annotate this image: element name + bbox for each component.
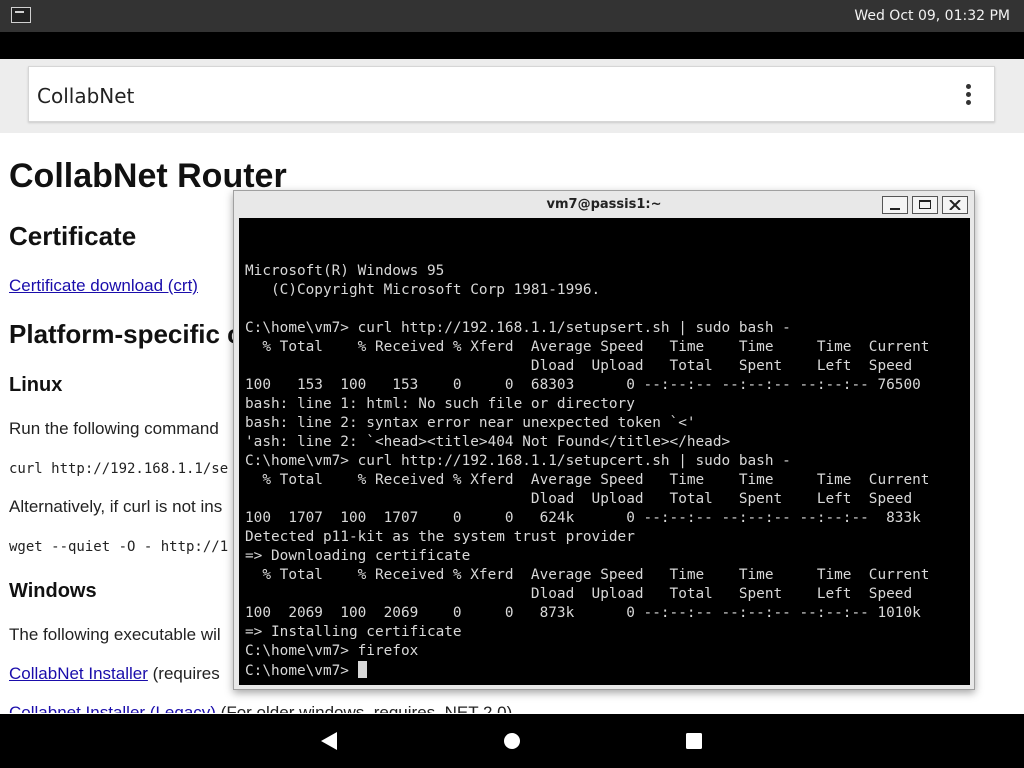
- clock: Wed Oct 09, 01:32 PM: [854, 8, 1010, 24]
- linux-heading: Linux: [9, 374, 63, 396]
- minimize-button[interactable]: [882, 196, 908, 214]
- terminal-output: Microsoft(R) Windows 95 (C)Copyright Mic…: [245, 262, 929, 681]
- terminal-window[interactable]: vm7@passis1:~ Microsoft(R) Windows 95 (C…: [233, 190, 975, 690]
- legacy-installer-link[interactable]: Collabnet Installer (Legacy): [9, 703, 216, 713]
- status-bar: Wed Oct 09, 01:32 PM: [0, 0, 1024, 32]
- windows-heading: Windows: [9, 580, 97, 602]
- terminal-line: Dload Upload Total Spent Left Speed: [530, 586, 913, 602]
- close-button[interactable]: [942, 196, 968, 214]
- more-vert-icon[interactable]: [966, 84, 972, 106]
- terminal-line: C:\home\vm7> curl http://192.168.1.1/set…: [245, 320, 791, 336]
- terminal-line: % Total % Received % Xferd Average Speed…: [262, 472, 930, 488]
- terminal-titlebar[interactable]: vm7@passis1:~: [234, 191, 974, 219]
- top-divider: [0, 32, 1024, 59]
- platform-heading: Platform-specific c: [9, 319, 242, 349]
- terminal-screen[interactable]: Microsoft(R) Windows 95 (C)Copyright Mic…: [239, 218, 970, 685]
- close-icon: [949, 200, 961, 210]
- linux-instructions: Run the following command: [9, 419, 219, 438]
- back-icon[interactable]: [320, 731, 338, 751]
- terminal-cursor: [357, 661, 367, 678]
- terminal-line: bash: line 2: syntax error near unexpect…: [245, 415, 696, 431]
- terminal-line: => Installing certificate: [245, 624, 462, 640]
- terminal-line: 'ash: line 2: `<head><title>404 Not Foun…: [245, 434, 731, 450]
- terminal-title: vm7@passis1:~: [546, 197, 662, 212]
- terminal-line: 100 1707 100 1707 0 0 624k 0 --:--:-- --…: [245, 510, 921, 526]
- terminal-line: C:\home\vm7> curl http://192.168.1.1/set…: [245, 453, 791, 469]
- certificate-heading: Certificate: [9, 221, 137, 251]
- terminal-line: % Total % Received % Xferd Average Speed…: [262, 339, 930, 355]
- terminal-line: C:\home\vm7> firefox: [245, 643, 419, 659]
- terminal-line: Microsoft(R) Windows 95: [245, 263, 445, 279]
- installer-requirement: (requires: [147, 664, 220, 683]
- app-title: CollabNet: [37, 84, 135, 108]
- terminal-history: Microsoft(R) Windows 95 (C)Copyright Mic…: [245, 263, 929, 659]
- installer-line: CollabNet Installer (requires: [9, 664, 220, 684]
- legacy-installer-requirement: (For older windows, requires .NET 2.0): [215, 703, 513, 713]
- windows-instructions: The following executable wil: [9, 625, 221, 644]
- maximize-button[interactable]: [912, 196, 938, 214]
- terminal-prompt: C:\home\vm7>: [245, 663, 358, 679]
- terminal-line: % Total % Received % Xferd Average Speed…: [262, 567, 930, 583]
- recents-icon[interactable]: [686, 733, 702, 749]
- browser-toolbar: CollabNet: [0, 59, 1024, 133]
- certificate-download-link[interactable]: Certificate download (crt): [9, 276, 198, 296]
- app-bar: CollabNet: [28, 66, 995, 122]
- legacy-installer-line: Collabnet Installer (Legacy) (For older …: [9, 703, 512, 713]
- installer-link[interactable]: CollabNet Installer: [9, 664, 148, 683]
- terminal-line: bash: line 1: html: No such file or dire…: [245, 396, 635, 412]
- terminal-line: 100 2069 100 2069 0 0 873k 0 --:--:-- --…: [245, 605, 921, 621]
- home-icon[interactable]: [503, 732, 521, 750]
- terminal-line: Dload Upload Total Spent Left Speed: [530, 358, 913, 374]
- terminal-line: Detected p11-kit as the system trust pro…: [245, 529, 635, 545]
- terminal-line: (C)Copyright Microsoft Corp 1981-1996.: [270, 282, 601, 298]
- terminal-line: Dload Upload Total Spent Left Speed: [530, 491, 913, 507]
- terminal-line: => Downloading certificate: [245, 548, 471, 564]
- terminal-line: 100 153 100 153 0 0 68303 0 --:--:-- --:…: [245, 377, 921, 393]
- terminal-icon[interactable]: [11, 7, 31, 23]
- linux-curl-command: curl http://192.168.1.1/se: [9, 461, 229, 477]
- linux-wget-command: wget --quiet -O - http://1: [9, 539, 229, 555]
- linux-alternative-text: Alternatively, if curl is not ins: [9, 497, 223, 516]
- navigation-bar: [0, 714, 1024, 768]
